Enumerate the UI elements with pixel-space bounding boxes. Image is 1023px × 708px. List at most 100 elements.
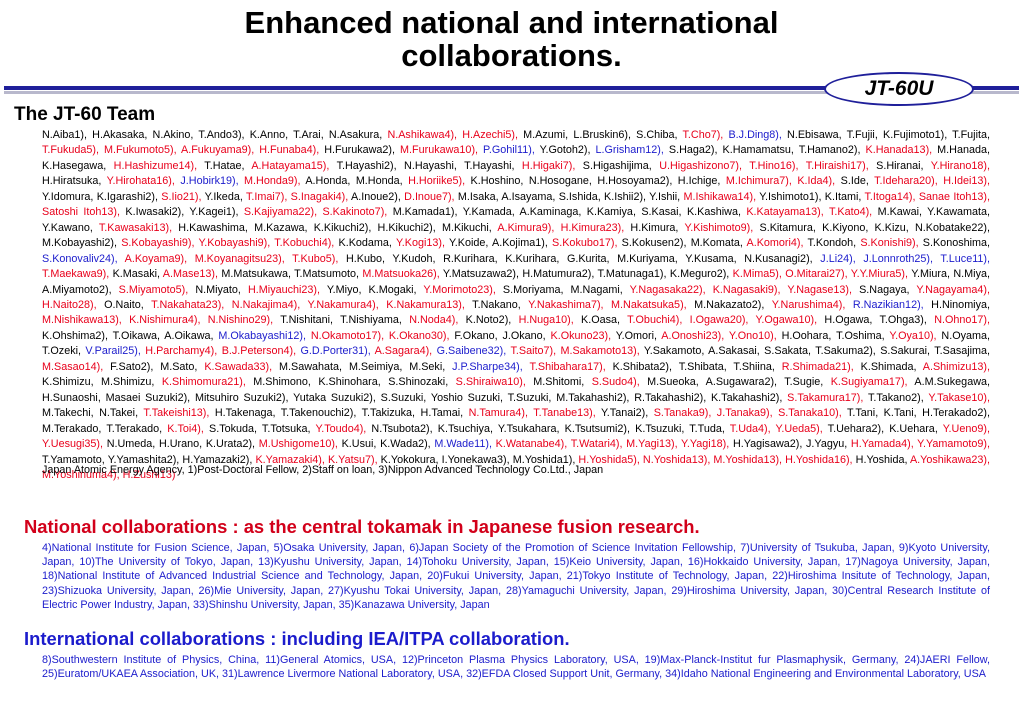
- title-line-1: Enhanced national and international: [244, 5, 779, 40]
- team-name-run: H.Miyauchi23),: [248, 283, 321, 296]
- team-name-run: Y.Nakashima7), M.Nakatsuka5),: [528, 298, 687, 311]
- team-name-run: M.Nakazato2),: [686, 298, 772, 311]
- team-name-run: H.Hiratsuka,: [42, 175, 107, 188]
- team-name-run: A.Onoshi23), Y.Ono10),: [661, 329, 777, 342]
- team-name-run: K.Kodama,: [334, 237, 396, 250]
- team-name-run: F.Okano, J.Okano,: [449, 329, 551, 342]
- team-name-run: T.Uehara2), K.Uehara,: [822, 422, 943, 435]
- team-name-run: F.Sato2), M.Sato,: [103, 360, 205, 373]
- team-name-run: Y.Tanai2),: [595, 407, 654, 420]
- team-name-run: S.Miyamoto5),: [118, 283, 189, 296]
- team-name-run: U.Higashizono7), T.Hino16), T.Hiraishi17…: [659, 159, 869, 172]
- team-name-run: K.Toi4),: [167, 422, 204, 435]
- team-name-run: T.Nishitani, T.Nishiyama,: [273, 314, 410, 327]
- team-name-run: B.J.Peterson4),: [221, 345, 297, 358]
- team-name-run: K.Shimada,: [853, 360, 923, 373]
- team-name-run: M.Shitomi,: [525, 376, 592, 389]
- team-name-run: S.Kokusen2), M.Komata,: [617, 237, 747, 250]
- team-name-run: Y.Hirano18),: [930, 159, 991, 172]
- team-name-run: K.Iwasaki2), Y.Kagei1),: [120, 206, 244, 219]
- team-name-run: J.Hobirk19),: [180, 175, 239, 188]
- team-name-run: N.Ohno17),: [934, 314, 991, 327]
- team-name-run: Y.Miyo, K.Mogaki,: [320, 283, 424, 296]
- team-name-run: K.Katayama13), T.Kato4),: [746, 206, 873, 219]
- team-name-run: K.Shibata2), T.Shibata, T.Shiina,: [605, 360, 782, 373]
- team-name-run: K.Oasa,: [573, 314, 628, 327]
- team-name-run: H.Kawashima, M.Kazawa, K.Kikuchi2), H.Ki…: [172, 221, 498, 234]
- title-line-2: collaborations.: [401, 38, 622, 73]
- team-name-run: H.Kubo, Y.Kudoh, R.Kurihara, K.Kurihara,…: [338, 252, 821, 265]
- team-name-run: T.Nakano,: [464, 298, 529, 311]
- team-name-run: T.Maekawa9),: [42, 268, 110, 281]
- team-name-run: T.Takeishi13),: [143, 407, 210, 420]
- team-name-run: N.Aiba1), H.Akasaka, N.Akino, T.Ando3), …: [42, 129, 388, 141]
- team-name-run: T.Takano2),: [863, 391, 929, 404]
- team-name-run: T.Imai7), S.Inagaki4),: [245, 190, 349, 203]
- team-member-list: N.Aiba1), H.Akasaka, N.Akino, T.Ando3), …: [42, 128, 990, 483]
- team-heading: The JT-60 Team: [14, 104, 156, 125]
- team-name-run: S.Konoshima,: [918, 237, 990, 250]
- team-name-run: M.Kamada1), Y.Kamada, A.Kaminaga, K.Kami…: [387, 206, 747, 219]
- team-name-run: M.Sawahata, M.Seimiya, M.Seki,: [272, 360, 453, 373]
- team-name-run: Y.Gotoh2),: [534, 144, 596, 157]
- team-name-run: S.Tokuda, T.Totsuka,: [203, 422, 316, 435]
- team-name-run: A.Shimizu13),: [922, 360, 990, 373]
- team-name-run: H.Kimura,: [624, 221, 685, 234]
- team-name-run: M.Sueoka, A.Sugawara2), T.Sugie,: [639, 376, 831, 389]
- team-name-run: Y.Matsuzawa2), H.Matumura2), T.Matunaga1…: [439, 268, 733, 281]
- jt60u-badge: JT-60U: [824, 72, 974, 106]
- team-name-run: K.Hanada13),: [865, 144, 933, 157]
- team-name-run: Y.Omori,: [611, 329, 662, 342]
- team-name-run: H.Horiike5),: [408, 175, 466, 188]
- team-name-run: N.Miyato,: [188, 283, 248, 296]
- team-name-run: K.Shimizu, M.Shimizu,: [42, 376, 162, 389]
- team-name-run: S.Higashijima,: [575, 159, 660, 172]
- team-name-run: Y.Morimoto23),: [423, 283, 496, 296]
- team-name-run: H.Ninomiya,: [923, 298, 990, 311]
- team-name-run: M.Ichimura7), K.Ida4),: [725, 175, 836, 188]
- team-name-run: Y.Koide, A.Kojima1),: [444, 237, 553, 250]
- team-name-run: Y.Toudo4),: [315, 422, 367, 435]
- team-name-run: T.Cho7),: [682, 129, 724, 141]
- team-name-run: A.Mase13),: [162, 268, 218, 281]
- team-name-run: T.Kondoh,: [803, 237, 861, 250]
- team-name-run: K.Shimomura21),: [161, 376, 246, 389]
- team-name-run: Y.Nagasaka22), K.Nagasaki9), Y.Nagase13)…: [629, 283, 853, 296]
- team-name-run: S.Hiranai,: [868, 159, 931, 172]
- team-name-run: K.Mima5), O.Mitarai27), Y.Y.Miura5),: [732, 268, 909, 281]
- team-name-run: Y.Kishimoto9),: [684, 221, 754, 234]
- team-name-run: B.J.Ding8),: [728, 129, 782, 141]
- team-name-run: N.Okamoto17), K.Okano30),: [310, 329, 450, 342]
- team-name-run: S.Iio21),: [161, 190, 202, 203]
- national-collaborations-heading: National collaborations : as the central…: [24, 516, 700, 537]
- team-name-run: [118, 253, 125, 265]
- team-name-run: H.Nuga10),: [518, 314, 574, 327]
- team-name-run: Y.Oya10),: [889, 329, 937, 342]
- team-name-run: A.Honda, M.Honda,: [300, 175, 409, 188]
- team-name-run: M.Ushigome10),: [258, 438, 338, 451]
- team-name-run: S.Tanaka9), J.Tanaka9), S.Tanaka10),: [653, 407, 842, 420]
- international-collaborations-heading: International collaborations : including…: [24, 628, 570, 649]
- team-name-run: S.Moriyama, M.Nagami,: [495, 283, 630, 296]
- team-name-run: T.Obuchi4), I.Ogawa20), Y.Ogawa10),: [627, 314, 818, 327]
- team-name-run: M.Nishikawa13), K.Nishimura4), N.Nishino…: [42, 314, 274, 327]
- team-name-run: Y.Ishimoto1), K.Itami,: [756, 190, 865, 203]
- team-name-run: J.P.Sharpe34),: [452, 360, 523, 373]
- team-name-run: M.Wade11),: [434, 438, 492, 451]
- team-name-run: S.Shiraiwa10),: [455, 376, 526, 389]
- team-name-run: M.Okabayashi12),: [218, 329, 306, 342]
- team-name-run: S.Konovaliv24),: [42, 252, 118, 265]
- team-name-run: T.Idehara20), H.Idei13),: [874, 175, 991, 188]
- team-name-run: Y.Narushima4),: [771, 298, 846, 311]
- team-name-run: T.Hayashi2), N.Hayashi, T.Hayashi,: [329, 159, 522, 172]
- team-name-run: M.Ishikawa14),: [683, 190, 757, 203]
- team-name-run: T.Kawasaki13),: [98, 221, 173, 234]
- team-name-run: T.Nakahata23), N.Nakajima4), Y.Nakamura4…: [151, 298, 465, 311]
- team-name-run: S.Ide,: [835, 175, 875, 188]
- team-name-run: M.Matsuoka26),: [362, 268, 440, 281]
- team-name-run: A.Sagara4),: [374, 345, 433, 358]
- team-name-run: A.Koyama9), M.Koyanagitsu23), T.Kubo5),: [124, 252, 339, 265]
- international-institutions-list: 8)Southwestern Institute of Physics, Chi…: [42, 654, 990, 681]
- team-name-run: Y.Kogi13),: [395, 237, 445, 250]
- team-name-run: P.Gohil11),: [483, 144, 535, 157]
